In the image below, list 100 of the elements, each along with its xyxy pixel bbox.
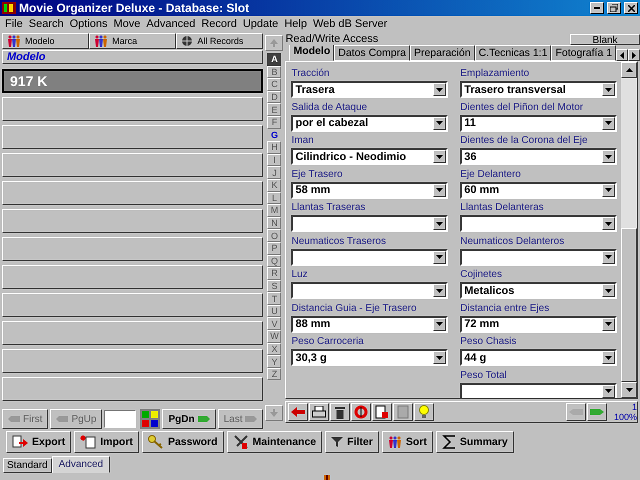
action-button[interactable]: Export xyxy=(6,431,72,453)
letter-tab[interactable]: E xyxy=(267,103,282,116)
dropdown-field[interactable]: por el cabezal xyxy=(291,114,448,132)
tab[interactable]: Preparación xyxy=(410,45,475,61)
scrollbar[interactable] xyxy=(621,62,638,398)
letter-tab[interactable]: B xyxy=(267,66,282,78)
record-row[interactable] xyxy=(2,321,264,345)
record-row[interactable] xyxy=(2,97,264,121)
letter-tab[interactable]: V xyxy=(267,317,282,330)
letter-tab[interactable]: T xyxy=(267,292,282,305)
letter-tab[interactable]: G xyxy=(267,128,282,142)
menu-item[interactable]: File xyxy=(2,18,26,30)
restore-button[interactable] xyxy=(607,2,621,14)
dropdown-field[interactable]: 44 g xyxy=(460,349,618,366)
dropdown-field[interactable]: Trasera xyxy=(291,81,448,98)
dropdown-field[interactable]: Metalicos xyxy=(460,282,618,299)
letter-tab[interactable]: F xyxy=(267,116,282,129)
menu-item[interactable]: Search xyxy=(26,18,67,30)
close-button[interactable] xyxy=(624,2,638,14)
page-input[interactable] xyxy=(104,410,136,428)
menu-item[interactable]: Advanced xyxy=(143,18,198,30)
clipboard-icon[interactable] xyxy=(393,403,414,421)
letter-tab[interactable]: X xyxy=(267,342,282,356)
dropdown-field[interactable]: 11 xyxy=(460,114,618,132)
letter-tab[interactable]: L xyxy=(267,192,282,204)
letter-tab[interactable]: S xyxy=(267,280,282,292)
menu-item[interactable]: Help xyxy=(281,18,310,30)
view-button[interactable]: Marca xyxy=(89,33,176,49)
menu-item[interactable]: Update xyxy=(240,18,282,30)
nav-button[interactable]: PgDn xyxy=(162,409,216,429)
action-button[interactable]: Import xyxy=(74,431,139,453)
action-button[interactable]: Password xyxy=(142,431,224,453)
letter-tab[interactable]: N xyxy=(267,216,282,230)
record-row[interactable] xyxy=(2,293,264,317)
letter-tab[interactable]: O xyxy=(267,229,282,242)
letter-tab[interactable]: A xyxy=(267,53,282,66)
menu-item[interactable]: Options xyxy=(66,18,111,30)
dropdown-field[interactable]: 36 xyxy=(460,148,618,165)
tab[interactable]: Modelo xyxy=(289,45,334,61)
letter-tab[interactable]: Q xyxy=(267,254,282,268)
previous-button[interactable] xyxy=(566,403,586,421)
menu-item[interactable]: Web dB Server xyxy=(310,18,390,30)
letter-tab[interactable]: K xyxy=(267,178,282,192)
dropdown-field[interactable]: Trasero transversal xyxy=(460,81,618,98)
letter-tab[interactable]: D xyxy=(267,90,282,104)
tab-right-button[interactable] xyxy=(628,49,640,61)
tab[interactable]: Fotografía 1 xyxy=(551,45,616,61)
record-row[interactable] xyxy=(2,181,264,205)
dropdown-field[interactable] xyxy=(460,248,618,266)
trash-icon[interactable] xyxy=(330,403,350,421)
document-icon[interactable] xyxy=(372,403,392,421)
mode-tab[interactable]: Advanced xyxy=(52,456,110,473)
record-row[interactable] xyxy=(2,153,264,177)
grid-icon[interactable] xyxy=(140,409,160,429)
dropdown-field[interactable]: 58 mm xyxy=(291,182,448,198)
dropdown-field[interactable]: 72 mm xyxy=(460,316,618,332)
menu-item[interactable]: Record xyxy=(198,18,240,30)
dropdown-field[interactable]: 88 mm xyxy=(291,316,448,332)
record-row[interactable] xyxy=(2,349,264,373)
menu-item[interactable]: Move xyxy=(110,18,144,30)
dropdown-field[interactable] xyxy=(291,282,448,299)
letter-tab[interactable]: I xyxy=(267,154,282,166)
action-button[interactable]: Filter xyxy=(325,431,379,453)
lightbulb-icon[interactable] xyxy=(414,403,434,421)
dropdown-field[interactable] xyxy=(291,215,448,232)
record-row[interactable] xyxy=(2,237,264,261)
dropdown-field[interactable]: 30,3 g xyxy=(291,349,448,366)
refresh-icon[interactable] xyxy=(351,403,372,421)
dropdown-field[interactable]: 60 mm xyxy=(460,182,618,198)
next-button[interactable] xyxy=(587,403,608,421)
dropdown-field[interactable] xyxy=(291,248,448,266)
tab-left-button[interactable] xyxy=(616,49,628,61)
letter-tab[interactable]: M xyxy=(267,204,282,217)
dropdown-field[interactable] xyxy=(460,215,618,232)
tab[interactable]: Datos Compra xyxy=(334,45,410,61)
letter-tab[interactable]: R xyxy=(267,267,282,280)
scroll-down-button[interactable] xyxy=(265,405,284,421)
dropdown-field[interactable] xyxy=(460,382,618,398)
record-row[interactable] xyxy=(2,377,264,401)
blank-button[interactable]: Blank xyxy=(570,34,640,44)
minimize-button[interactable] xyxy=(590,2,604,14)
letter-tab[interactable]: Y xyxy=(267,355,282,368)
letter-tab[interactable]: W xyxy=(267,330,282,343)
record-row[interactable]: 917 K xyxy=(2,69,264,93)
tab[interactable]: C.Tecnicas 1:1 xyxy=(474,45,552,61)
dropdown-field[interactable]: Cilindrico - Neodimio xyxy=(291,148,448,165)
letter-tab[interactable]: C xyxy=(267,78,282,91)
action-button[interactable]: Summary xyxy=(436,431,514,453)
letter-tab[interactable]: P xyxy=(267,242,282,254)
scroll-up-button[interactable] xyxy=(265,35,284,51)
view-button[interactable]: All Records xyxy=(176,33,264,49)
mode-tab[interactable]: Standard xyxy=(3,458,52,473)
letter-tab[interactable]: Z xyxy=(267,368,282,380)
letter-tab[interactable]: U xyxy=(267,304,282,318)
record-row[interactable] xyxy=(2,265,264,289)
view-button[interactable]: Modelo xyxy=(2,33,90,49)
record-row[interactable] xyxy=(2,125,264,149)
action-button[interactable]: Maintenance xyxy=(226,431,322,453)
record-row[interactable] xyxy=(2,209,264,233)
print-icon[interactable] xyxy=(309,403,330,421)
